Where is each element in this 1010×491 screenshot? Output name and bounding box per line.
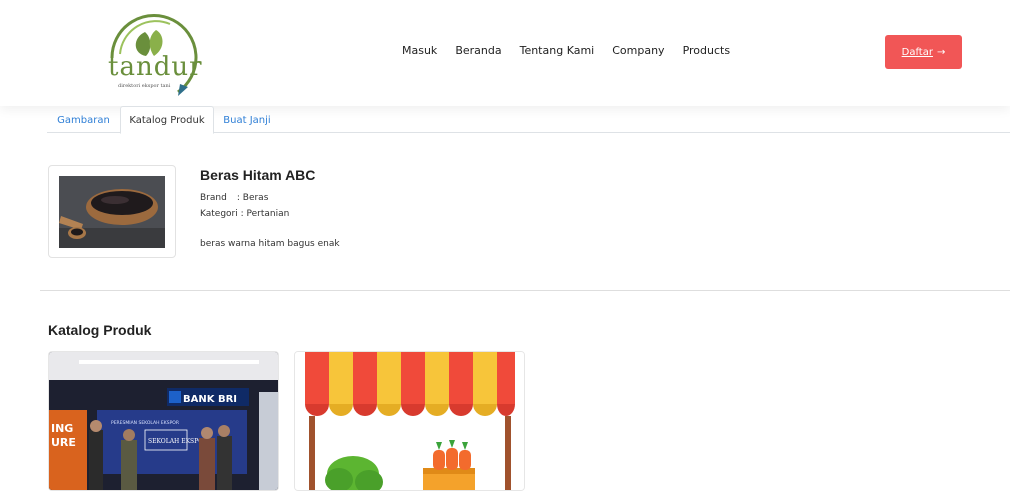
tab-katalog-produk[interactable]: Katalog Produk (120, 106, 214, 134)
banner-top-text: PERESMIAN SEKOLAH EKSPOR (111, 420, 179, 426)
nav-company[interactable]: Company (612, 44, 664, 57)
nav-beranda[interactable]: Beranda (455, 44, 501, 57)
main-nav: Masuk Beranda Tentang Kami Company Produ… (402, 44, 730, 57)
awning-stripes (305, 352, 515, 404)
logo-tagline: direktori ekspor tani (118, 83, 171, 89)
product-thumbnail[interactable] (48, 165, 176, 258)
product-name: Beras Hitam ABC (200, 167, 316, 183)
market-stall-illustration (295, 352, 524, 490)
product-description: beras warna hitam bagus enak (200, 239, 340, 249)
section-divider (40, 290, 1010, 291)
catalog-card[interactable]: ING URE BANK BRI PERESMIAN SEKOLAH EKSPO… (48, 351, 279, 491)
catalog-title: Katalog Produk (48, 322, 152, 338)
site-header: tandur direktori ekspor tani Masuk Beran… (0, 0, 1010, 106)
brand-value: : Beras (236, 193, 269, 203)
product-category-row: Kategori : Pertanian (200, 209, 289, 219)
nav-products[interactable]: Products (683, 44, 731, 57)
brand-label: Brand (200, 193, 227, 203)
category-label: Kategori (200, 209, 238, 219)
daftar-button[interactable]: Daftar → (885, 35, 962, 69)
left-banner-line1: ING (51, 422, 73, 435)
tandur-logo[interactable]: tandur direktori ekspor tani (100, 10, 210, 98)
tab-buat-janji[interactable]: Buat Janji (214, 106, 280, 134)
nav-tentang-kami[interactable]: Tentang Kami (520, 44, 595, 57)
arrow-right-icon: → (936, 46, 946, 58)
daftar-label: Daftar (901, 46, 933, 58)
logo-wordmark: tandur (108, 52, 203, 82)
product-brand-row: Brand : Beras (200, 193, 268, 203)
awning-scallops (305, 404, 515, 416)
bank-sign-text: BANK BRI (183, 394, 237, 405)
product-tabs: Gambaran Katalog Produk Buat Janji (47, 106, 1010, 134)
black-rice-bowl-icon (59, 176, 165, 248)
bank-bri-event-photo: ING URE BANK BRI PERESMIAN SEKOLAH EKSPO… (49, 352, 278, 490)
nav-masuk[interactable]: Masuk (402, 44, 437, 57)
catalog-card[interactable] (294, 351, 525, 491)
tab-gambaran[interactable]: Gambaran (47, 106, 120, 134)
left-banner-line2: URE (51, 436, 76, 449)
category-value: : Pertanian (240, 209, 290, 219)
